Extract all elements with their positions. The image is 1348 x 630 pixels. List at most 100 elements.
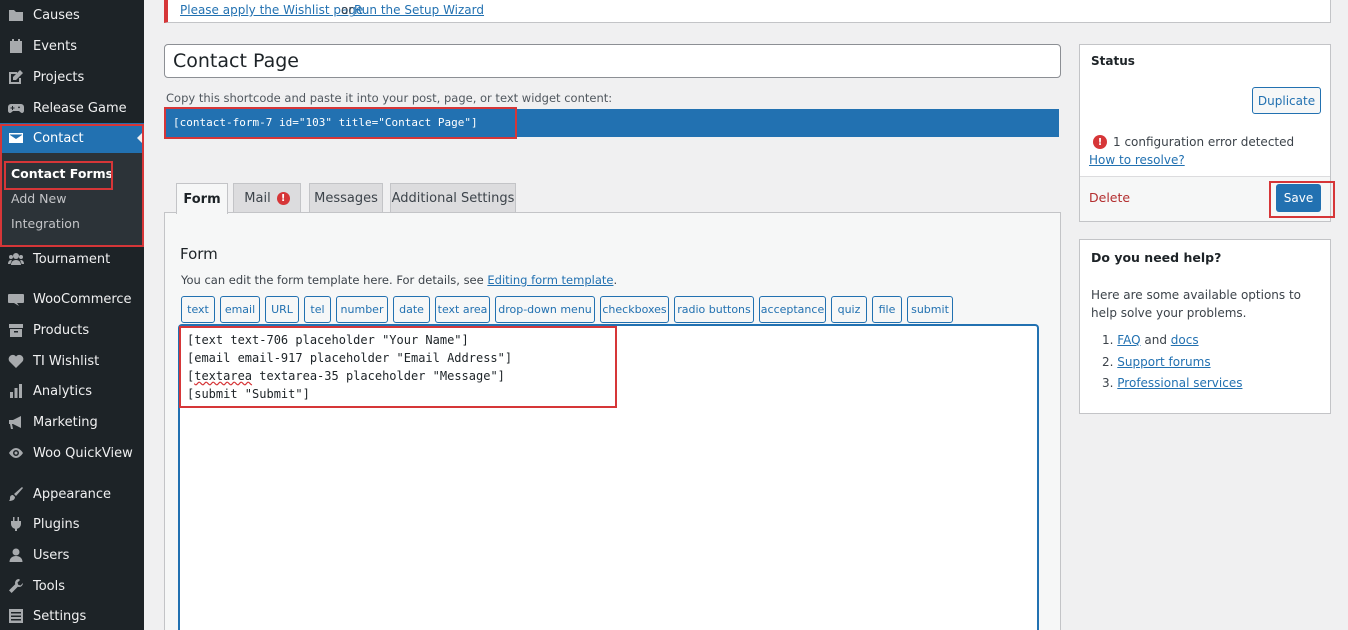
form-template-editor[interactable]: [text text-706 placeholder "Your Name"] … <box>179 325 1038 630</box>
help-item-services: 3. Professional services <box>1102 376 1243 390</box>
menu-label: TI Wishlist <box>33 353 100 369</box>
menu-label: Appearance <box>33 486 112 502</box>
admin-sidebar: Causes Events Projects Release Game Cont… <box>0 0 144 630</box>
config-error-notice: ! 1 configuration error detected <box>1093 135 1294 149</box>
save-button[interactable]: Save <box>1276 184 1321 212</box>
archive-icon <box>8 322 24 338</box>
tag-button-textarea[interactable]: text area <box>435 296 490 323</box>
plug-icon <box>8 516 24 532</box>
setup-wizard-link[interactable]: Run the Setup Wizard <box>354 3 484 17</box>
tag-button-number[interactable]: number <box>336 296 388 323</box>
megaphone-icon <box>8 414 24 430</box>
folder-icon <box>8 7 24 23</box>
shortcode-field[interactable]: [contact-form-7 id="103" title="Contact … <box>164 109 1059 137</box>
menu-item-products[interactable]: Products <box>0 315 144 345</box>
menu-label: Contact <box>33 130 84 146</box>
menu-item-users[interactable]: Users <box>0 540 144 570</box>
edit-icon <box>8 69 24 85</box>
settings-icon <box>8 608 24 624</box>
faq-link[interactable]: FAQ <box>1117 333 1140 347</box>
paintbrush-icon <box>8 486 24 502</box>
tag-button-file[interactable]: file <box>872 296 902 323</box>
apply-wishlist-link[interactable]: Please apply the Wishlist page <box>180 3 363 17</box>
duplicate-button[interactable]: Duplicate <box>1252 87 1321 114</box>
calendar-icon <box>8 38 24 54</box>
tag-button-text[interactable]: text <box>181 296 215 323</box>
menu-label: Analytics <box>33 383 93 399</box>
menu-label: Plugins <box>33 516 80 532</box>
menu-label: Products <box>33 322 90 338</box>
menu-label: Tournament <box>33 251 111 267</box>
menu-item-analytics[interactable]: Analytics <box>0 376 144 406</box>
code-line: [submit "Submit"] <box>187 387 310 401</box>
tag-button-radio[interactable]: radio buttons <box>674 296 754 323</box>
help-title: Do you need help? <box>1091 250 1222 265</box>
tag-button-quiz[interactable]: quiz <box>831 296 867 323</box>
submenu-contact-forms[interactable]: Contact Forms <box>11 166 113 181</box>
menu-item-woo-quickview[interactable]: Woo QuickView <box>0 438 144 468</box>
code-line: [email email-917 placeholder "Email Addr… <box>187 351 513 365</box>
notice-or-text: or <box>341 3 354 17</box>
menu-label: Events <box>33 38 78 54</box>
tab-label: Additional Settings <box>391 191 515 206</box>
menu-item-woocommerce[interactable]: WooCommerce <box>0 284 144 314</box>
mail-error-icon: ! <box>276 192 290 205</box>
tag-button-email[interactable]: email <box>220 296 260 323</box>
editing-form-template-link[interactable]: Editing form template <box>487 273 613 287</box>
tab-mail[interactable]: Mail! <box>233 183 301 213</box>
submenu-add-new[interactable]: Add New <box>11 191 66 206</box>
menu-label: Users <box>33 547 70 563</box>
code-line: [text text-706 placeholder "Your Name"] <box>187 333 469 347</box>
menu-label: WooCommerce <box>33 291 132 307</box>
tab-additional-settings[interactable]: Additional Settings <box>390 183 516 213</box>
tag-button-submit[interactable]: submit <box>907 296 953 323</box>
menu-label: Tools <box>33 578 66 594</box>
misspelled-word: textarea <box>194 369 253 383</box>
gamepad-icon <box>8 100 24 116</box>
tab-label: Form <box>183 191 221 207</box>
menu-item-events[interactable]: Events <box>0 31 144 61</box>
tab-label: Messages <box>314 191 378 206</box>
delete-link[interactable]: Delete <box>1089 190 1130 205</box>
docs-link[interactable]: docs <box>1171 333 1199 347</box>
menu-item-causes[interactable]: Causes <box>0 0 144 30</box>
submenu-integration[interactable]: Integration <box>11 216 80 231</box>
user-icon <box>8 547 24 563</box>
tag-button-dropdown[interactable]: drop-down menu <box>495 296 595 323</box>
form-panel-heading: Form <box>180 245 218 263</box>
support-forums-link[interactable]: Support forums <box>1117 355 1210 369</box>
tag-button-date[interactable]: date <box>393 296 430 323</box>
tag-button-checkboxes[interactable]: checkboxes <box>600 296 669 323</box>
menu-item-plugins[interactable]: Plugins <box>0 509 144 539</box>
menu-item-ti-wishlist[interactable]: TI Wishlist <box>0 346 144 376</box>
status-title: Status <box>1091 54 1135 68</box>
shortcode-label: Copy this shortcode and paste it into yo… <box>166 91 613 105</box>
menu-item-appearance[interactable]: Appearance <box>0 479 144 509</box>
menu-item-contact[interactable]: Contact <box>0 123 144 153</box>
menu-label: Projects <box>33 69 85 85</box>
help-item-faq: 1. FAQ and docs <box>1102 333 1199 347</box>
form-title-input[interactable]: Contact Page <box>164 44 1061 78</box>
tab-label: Mail <box>244 191 271 206</box>
menu-item-marketing[interactable]: Marketing <box>0 407 144 437</box>
tag-button-tel[interactable]: tel <box>304 296 331 323</box>
tag-button-acceptance[interactable]: acceptance <box>759 296 826 323</box>
contact-submenu: Contact Forms Add New Integration <box>0 153 144 246</box>
tag-button-url[interactable]: URL <box>265 296 299 323</box>
professional-services-link[interactable]: Professional services <box>1117 376 1242 390</box>
menu-label: Causes <box>33 7 80 23</box>
bar-chart-icon <box>8 383 24 399</box>
menu-item-release-game[interactable]: Release Game <box>0 93 144 123</box>
menu-item-tournament[interactable]: Tournament <box>0 244 144 274</box>
menu-item-tools[interactable]: Tools <box>0 571 144 601</box>
how-to-resolve-link[interactable]: How to resolve? <box>1089 153 1185 167</box>
help-item-forums: 2. Support forums <box>1102 355 1211 369</box>
tab-form[interactable]: Form <box>176 183 228 214</box>
code-line: [textarea textarea-35 placeholder "Messa… <box>187 369 505 383</box>
tab-messages[interactable]: Messages <box>309 183 383 213</box>
mail-icon <box>8 130 24 146</box>
menu-item-projects[interactable]: Projects <box>0 62 144 92</box>
menu-item-settings[interactable]: Settings <box>0 601 144 630</box>
woo-icon <box>8 291 24 307</box>
menu-label: Woo QuickView <box>33 445 133 461</box>
